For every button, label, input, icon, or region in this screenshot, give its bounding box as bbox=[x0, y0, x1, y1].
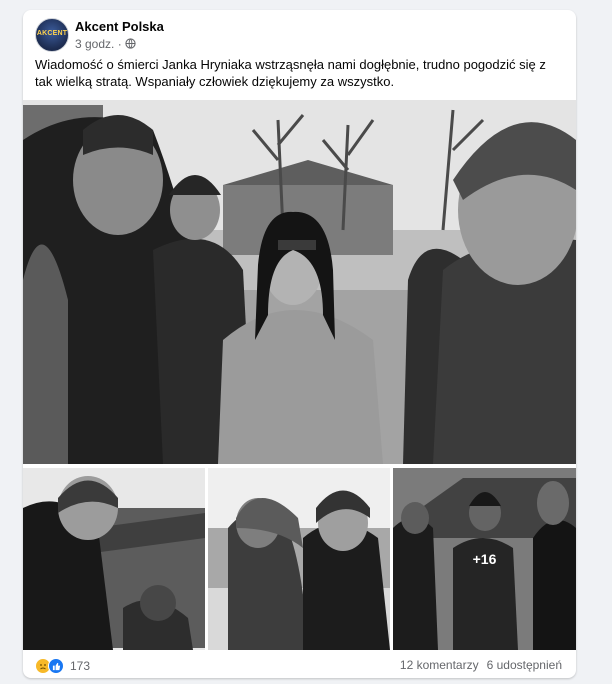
page-name-link[interactable]: Akcent Polska bbox=[75, 19, 164, 34]
post-footer: 173 12 komentarzy 6 udostępnień bbox=[35, 658, 562, 674]
engagement-stats: 12 komentarzy 6 udostępnień bbox=[400, 658, 562, 672]
globe-icon bbox=[125, 38, 136, 49]
reactions-summary[interactable]: 173 bbox=[35, 658, 90, 674]
photo-main[interactable] bbox=[23, 100, 576, 464]
post-card: AKCENT Akcent Polska 3 godz. · Wiadomość… bbox=[23, 10, 576, 678]
post-timestamp[interactable]: 3 godz. bbox=[75, 37, 114, 51]
avatar-logo-text: AKCENT bbox=[36, 30, 68, 37]
meta-separator: · bbox=[117, 37, 122, 51]
reaction-count: 173 bbox=[70, 659, 91, 673]
photo-grid: +16 bbox=[23, 100, 576, 650]
page-avatar[interactable]: AKCENT bbox=[35, 18, 69, 52]
post-text: Wiadomość o śmierci Janka Hryniaka wstrz… bbox=[35, 57, 546, 89]
photo-thumb-more[interactable]: +16 bbox=[393, 468, 576, 650]
post-meta: 3 godz. · bbox=[75, 37, 136, 51]
more-photos-count: +16 bbox=[472, 551, 497, 567]
post-header: AKCENT Akcent Polska 3 godz. · bbox=[35, 18, 564, 58]
shares-count-link[interactable]: 6 udostępnień bbox=[487, 658, 562, 672]
more-photos-overlay[interactable]: +16 bbox=[393, 468, 576, 650]
photo-thumb-2[interactable] bbox=[208, 468, 390, 650]
like-reaction-icon bbox=[48, 658, 64, 674]
photo-thumb-1[interactable] bbox=[23, 468, 205, 650]
comments-count-link[interactable]: 12 komentarzy bbox=[400, 658, 479, 672]
